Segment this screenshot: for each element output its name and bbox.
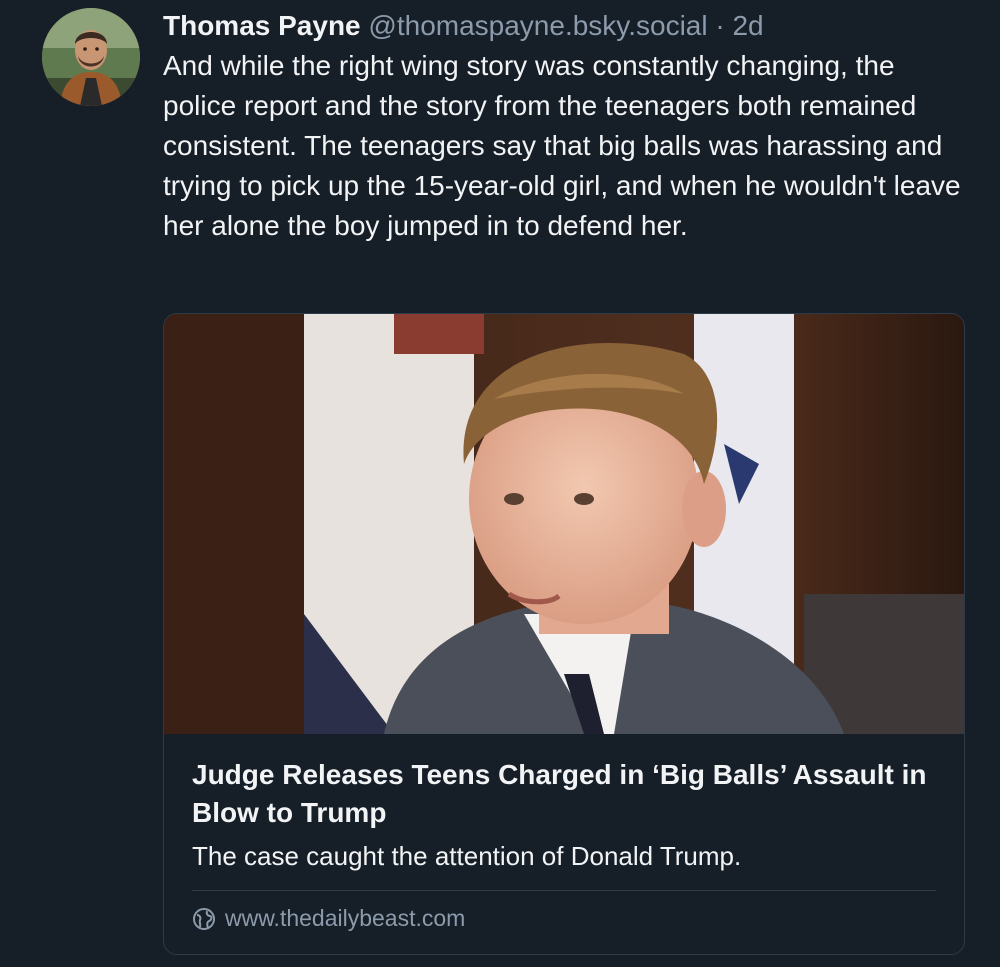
author-name[interactable]: Thomas Payne — [163, 10, 361, 41]
post-timestamp[interactable]: 2d — [732, 10, 763, 41]
post-header: Thomas Payne @thomaspayne.bsky.social · … — [163, 6, 973, 46]
link-card-image[interactable] — [164, 314, 964, 734]
link-card-source[interactable]: www.thedailybeast.com — [192, 905, 936, 932]
post-text: And while the right wing story was const… — [163, 50, 961, 241]
author-handle[interactable]: @thomaspayne.bsky.social — [368, 10, 707, 41]
post: Thomas Payne @thomaspayne.bsky.social · … — [0, 0, 1000, 967]
avatar-image — [42, 8, 140, 106]
post-content: Thomas Payne @thomaspayne.bsky.social · … — [163, 6, 973, 246]
separator-dot: · — [715, 10, 725, 41]
link-card-domain[interactable]: www.thedailybeast.com — [225, 905, 465, 932]
globe-icon — [193, 907, 215, 930]
link-card[interactable]: Judge Releases Teens Charged in ‘Big Bal… — [163, 313, 965, 955]
link-card-description: The case caught the attention of Donald … — [192, 841, 742, 871]
author-avatar[interactable] — [42, 8, 140, 106]
link-card-body: Judge Releases Teens Charged in ‘Big Bal… — [164, 734, 964, 932]
link-card-divider — [192, 890, 936, 891]
link-card-title[interactable]: Judge Releases Teens Charged in ‘Big Bal… — [192, 756, 936, 832]
